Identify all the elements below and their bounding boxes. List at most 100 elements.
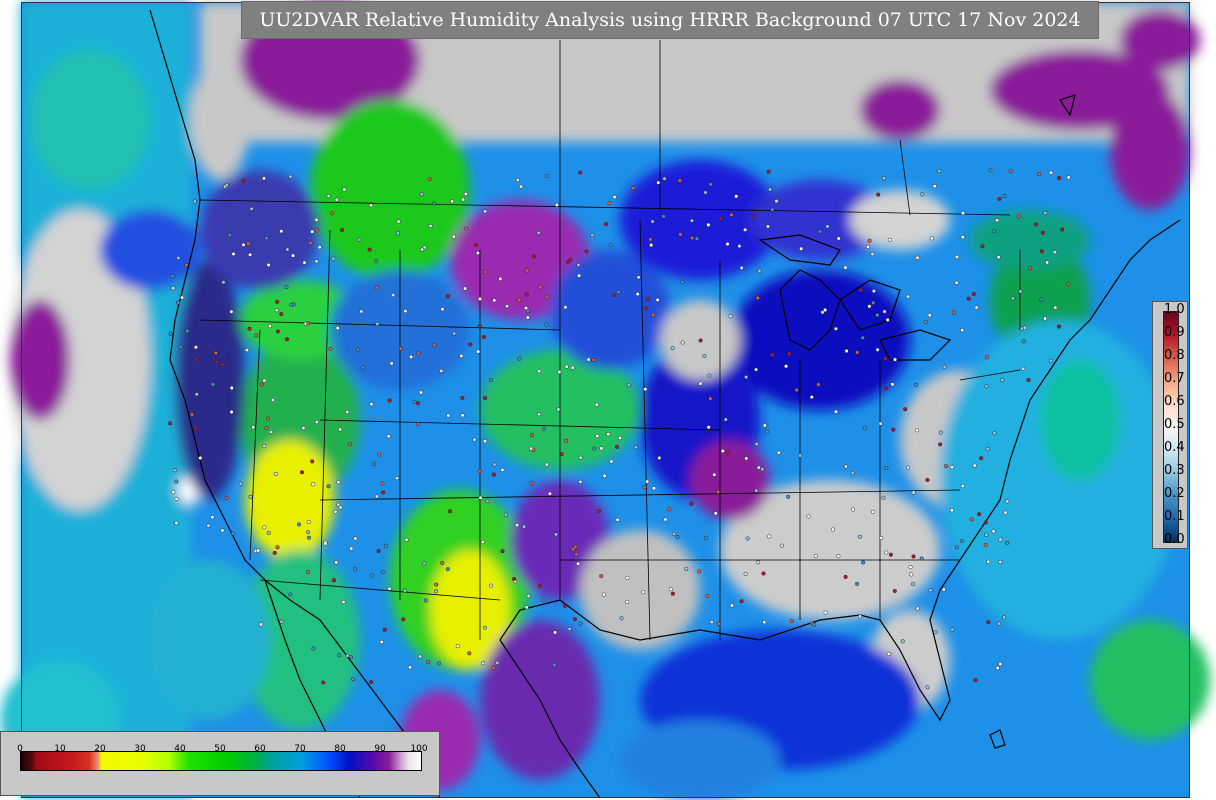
station-marker xyxy=(886,651,891,656)
station-marker xyxy=(224,495,229,500)
station-marker xyxy=(974,305,979,310)
qc-tick: 0.2 xyxy=(1164,486,1185,501)
station-marker xyxy=(310,229,315,234)
rh-tick: 10 xyxy=(54,744,66,754)
station-marker xyxy=(648,237,653,242)
station-marker xyxy=(966,296,971,301)
station-marker xyxy=(403,309,408,314)
station-marker xyxy=(843,265,848,270)
station-marker xyxy=(409,354,414,359)
station-marker xyxy=(383,543,389,548)
station-marker xyxy=(680,279,685,285)
station-marker xyxy=(306,569,311,574)
station-marker xyxy=(335,326,340,331)
station-marker xyxy=(288,592,293,597)
station-marker xyxy=(603,222,608,227)
station-marker xyxy=(172,468,177,473)
station-marker xyxy=(767,534,772,539)
station-marker xyxy=(336,480,341,485)
station-marker xyxy=(878,421,883,426)
station-marker xyxy=(720,448,725,454)
station-marker xyxy=(919,556,924,561)
station-marker xyxy=(266,416,271,421)
rh-tick: 0 xyxy=(17,744,23,754)
station-marker xyxy=(248,494,253,499)
station-marker xyxy=(611,293,616,298)
station-marker xyxy=(353,536,358,541)
station-marker xyxy=(881,495,886,500)
station-marker xyxy=(980,244,985,249)
station-marker xyxy=(656,180,661,185)
station-marker xyxy=(194,392,199,397)
station-marker xyxy=(290,253,296,258)
station-marker xyxy=(592,446,597,451)
station-marker xyxy=(284,285,289,290)
station-marker xyxy=(843,574,848,579)
station-marker xyxy=(992,431,997,436)
station-marker xyxy=(491,665,496,670)
station-marker xyxy=(279,312,284,317)
station-marker xyxy=(331,578,337,583)
station-marker xyxy=(977,512,982,517)
station-marker xyxy=(995,218,1000,223)
station-marker xyxy=(713,511,718,516)
station-marker xyxy=(264,426,269,431)
station-marker xyxy=(315,228,320,233)
station-marker xyxy=(468,342,473,347)
station-marker xyxy=(875,347,880,352)
station-marker xyxy=(860,335,865,340)
station-marker xyxy=(925,685,930,690)
station-marker xyxy=(483,209,488,214)
station-marker xyxy=(482,625,488,630)
station-marker xyxy=(887,237,892,242)
station-marker xyxy=(754,442,759,447)
station-marker xyxy=(376,548,381,553)
station-marker xyxy=(767,187,773,192)
station-marker xyxy=(743,571,748,576)
station-marker xyxy=(455,644,460,649)
station-marker xyxy=(1045,260,1050,265)
station-marker xyxy=(176,255,181,260)
station-marker xyxy=(308,240,313,245)
station-marker xyxy=(1040,230,1045,235)
station-marker xyxy=(463,286,468,291)
station-marker xyxy=(923,319,928,325)
station-marker xyxy=(909,572,914,577)
station-marker xyxy=(268,429,274,435)
station-marker xyxy=(712,472,717,477)
station-marker xyxy=(415,421,421,427)
station-marker xyxy=(760,467,765,472)
station-marker xyxy=(950,627,955,632)
station-marker xyxy=(979,456,984,461)
station-marker xyxy=(908,565,913,570)
station-marker xyxy=(171,286,176,291)
rh-tick: 60 xyxy=(254,744,266,754)
station-marker xyxy=(784,364,789,369)
station-marker xyxy=(380,481,385,486)
station-marker xyxy=(480,661,486,666)
rh-tick: 80 xyxy=(334,744,346,754)
station-marker xyxy=(694,236,699,241)
station-marker xyxy=(619,616,624,621)
station-marker xyxy=(375,321,380,326)
station-marker xyxy=(352,567,357,572)
station-marker xyxy=(194,357,199,362)
station-marker xyxy=(492,462,497,467)
humidity-map xyxy=(0,0,1210,800)
qc-tick: 0.6 xyxy=(1164,394,1185,409)
station-marker xyxy=(737,244,742,249)
station-marker xyxy=(553,532,558,537)
station-marker xyxy=(473,243,479,248)
station-marker xyxy=(678,232,683,237)
station-marker xyxy=(881,176,886,181)
station-marker xyxy=(503,512,508,517)
station-marker xyxy=(662,176,667,181)
station-marker xyxy=(331,256,336,261)
station-marker xyxy=(663,517,668,522)
station-marker xyxy=(997,196,1002,201)
station-marker xyxy=(891,427,896,432)
station-marker xyxy=(960,483,965,489)
station-marker xyxy=(762,423,767,428)
station-marker xyxy=(843,464,848,469)
station-marker xyxy=(306,530,311,535)
